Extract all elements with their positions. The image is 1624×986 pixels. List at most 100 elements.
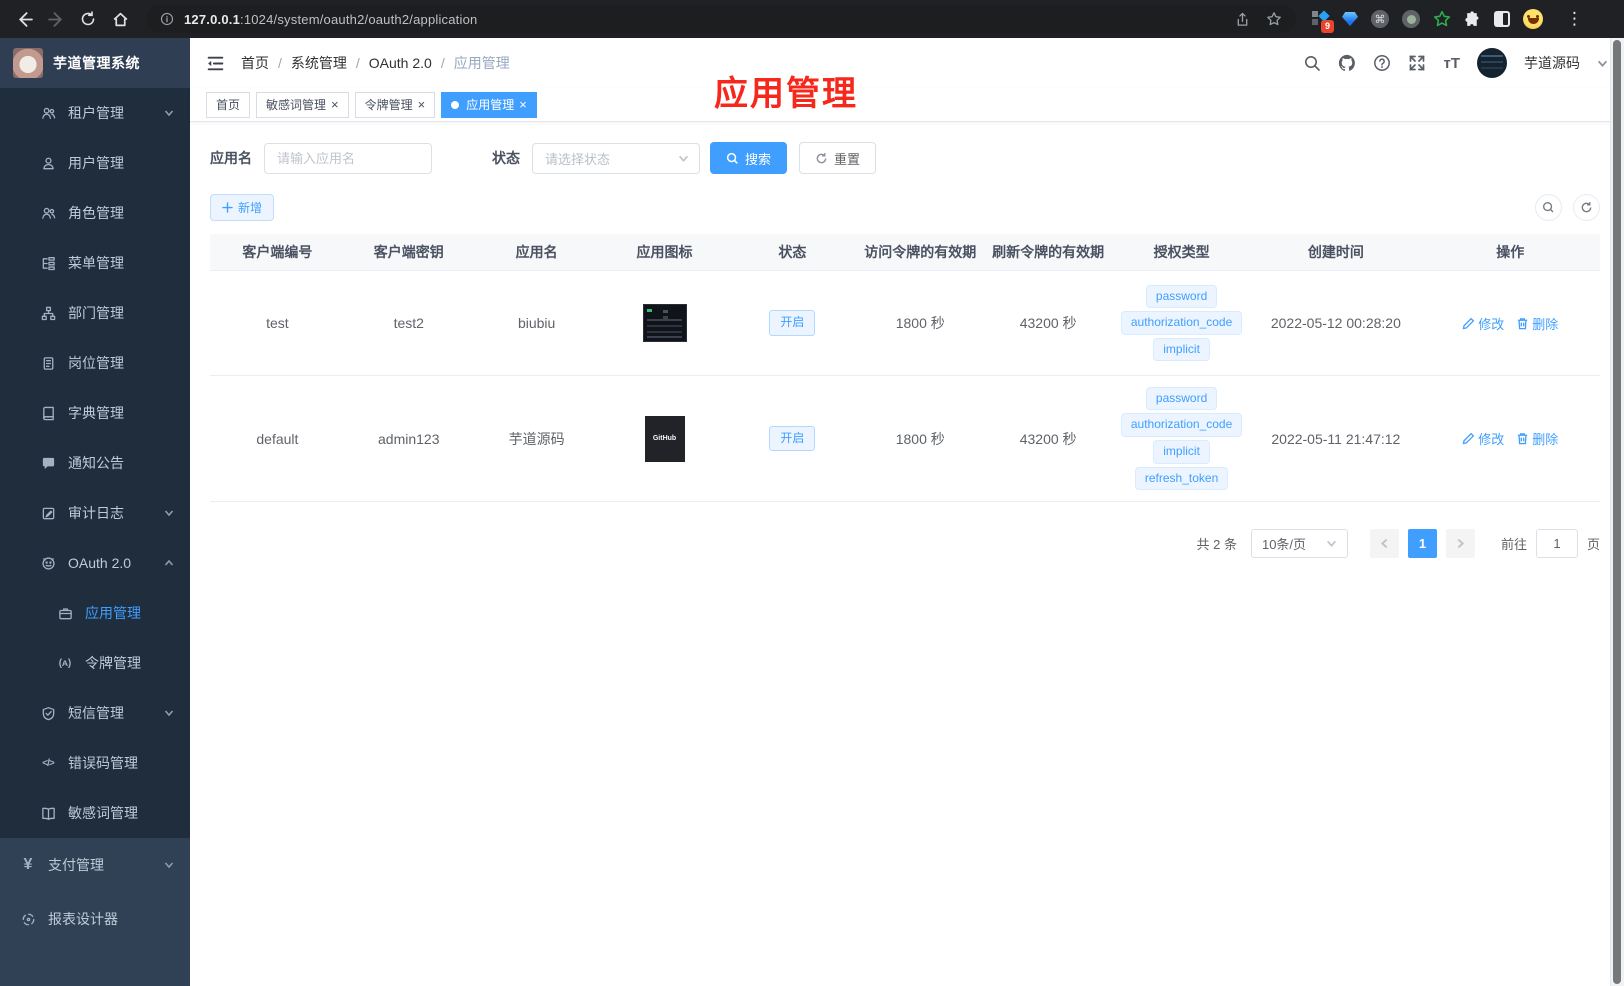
sidebar-item-user[interactable]: 用户管理 bbox=[0, 138, 190, 188]
close-icon[interactable] bbox=[418, 98, 426, 112]
toggle-search-button[interactable] bbox=[1535, 194, 1562, 221]
sidebar-item-oauth-token[interactable]: 令牌管理 bbox=[0, 638, 190, 688]
cell-access-ttl: 1800 秒 bbox=[895, 315, 945, 331]
refresh-table-button[interactable] bbox=[1573, 194, 1600, 221]
app-name-input[interactable] bbox=[264, 142, 432, 174]
add-button[interactable]: 新增 bbox=[210, 194, 275, 221]
browser-menu-icon[interactable] bbox=[1566, 9, 1582, 29]
extension-command-icon[interactable] bbox=[1371, 10, 1389, 28]
site-info-icon[interactable] bbox=[160, 12, 174, 26]
tab-token[interactable]: 令牌管理 bbox=[354, 91, 436, 118]
goto-page-input[interactable] bbox=[1535, 529, 1578, 558]
sidebar-item-errcode[interactable]: 错误码管理 bbox=[0, 738, 190, 788]
col-status: 状态 bbox=[778, 244, 807, 260]
sidebar-item-oauth[interactable]: OAuth 2.0 bbox=[0, 538, 190, 588]
edit-button[interactable]: 修改 bbox=[1462, 429, 1504, 448]
search-icon bbox=[726, 152, 738, 164]
sidebar-item-dict[interactable]: 字典管理 bbox=[0, 388, 190, 438]
chevron-down-icon bbox=[1326, 540, 1336, 548]
extension-star-icon[interactable] bbox=[1433, 10, 1451, 28]
page-size-select[interactable]: 10条/页 bbox=[1250, 529, 1348, 558]
share-icon[interactable] bbox=[1235, 12, 1250, 27]
next-page-button[interactable] bbox=[1445, 529, 1475, 558]
breadcrumb-oauth[interactable]: OAuth 2.0 bbox=[347, 55, 432, 71]
tab-application[interactable]: 应用管理 bbox=[441, 91, 537, 118]
message-icon bbox=[40, 455, 56, 471]
breadcrumb-system[interactable]: 系统管理 bbox=[269, 53, 347, 73]
sidebar-item-role[interactable]: 角色管理 bbox=[0, 188, 190, 238]
sidebar-fold-icon[interactable] bbox=[206, 54, 225, 73]
edit-button[interactable]: 修改 bbox=[1462, 314, 1504, 333]
bookmark-star-icon[interactable] bbox=[1266, 11, 1282, 27]
sidebar-item-audit-log[interactable]: 审计日志 bbox=[0, 488, 190, 538]
user-avatar[interactable] bbox=[1477, 48, 1507, 78]
breadcrumb-home[interactable]: 首页 bbox=[241, 53, 269, 73]
edit-pencil-icon bbox=[1462, 432, 1475, 445]
chevron-left-icon bbox=[1380, 538, 1388, 549]
col-refresh-ttl: 刷新令牌的有效期 bbox=[992, 244, 1105, 260]
sidebar-item-label: 应用管理 bbox=[85, 605, 141, 621]
fullscreen-icon[interactable] bbox=[1408, 54, 1426, 72]
sidebar-item-oauth-application[interactable]: 应用管理 bbox=[0, 588, 190, 638]
page-number-button[interactable]: 1 bbox=[1407, 529, 1437, 558]
app-logo-bar[interactable]: 芋道管理系统 bbox=[0, 38, 190, 88]
sidebar-item-dept[interactable]: 部门管理 bbox=[0, 288, 190, 338]
search-button[interactable]: 搜索 bbox=[710, 142, 788, 174]
extension-puzzle-icon[interactable] bbox=[1464, 10, 1481, 28]
page-scrollbar[interactable] bbox=[1610, 38, 1624, 986]
user-menu-caret-icon[interactable] bbox=[1597, 58, 1608, 69]
refresh-icon bbox=[1581, 202, 1592, 213]
extension-gem-icon[interactable] bbox=[1342, 12, 1358, 26]
sidebar-item-report-designer[interactable]: 报表设计器 bbox=[0, 892, 190, 946]
col-client-id: 客户端编号 bbox=[242, 244, 313, 260]
forward-icon[interactable] bbox=[42, 5, 70, 33]
sidebar-item-label: 字典管理 bbox=[68, 405, 124, 421]
search-icon[interactable] bbox=[1303, 54, 1321, 72]
sidebar-item-label: 敏感词管理 bbox=[68, 805, 138, 821]
github-icon[interactable] bbox=[1338, 54, 1356, 72]
side-panel-icon[interactable] bbox=[1494, 11, 1510, 27]
chevron-up-icon bbox=[164, 558, 174, 568]
cell-grant-types: password authorization_code implicit bbox=[1112, 284, 1251, 362]
sidebar-item-notice[interactable]: 通知公告 bbox=[0, 438, 190, 488]
tab-home[interactable]: 首页 bbox=[206, 91, 251, 118]
close-icon[interactable] bbox=[331, 98, 339, 112]
reload-icon[interactable] bbox=[74, 5, 102, 33]
help-icon[interactable] bbox=[1373, 54, 1391, 72]
reset-button[interactable]: 重置 bbox=[799, 142, 877, 174]
address-bar[interactable]: 127.0.0.1:1024/system/oauth2/oauth2/appl… bbox=[146, 5, 1296, 33]
tab-label: 应用管理 bbox=[466, 98, 515, 112]
cell-status: 开启 bbox=[728, 425, 856, 452]
status-badge: 开启 bbox=[769, 310, 816, 336]
sidebar-item-pay[interactable]: 支付管理 bbox=[0, 838, 190, 892]
sidebar-item-label: 令牌管理 bbox=[85, 655, 141, 671]
close-icon[interactable] bbox=[519, 98, 527, 112]
app-name-label: 应用名 bbox=[210, 150, 252, 166]
sidebar-item-sensitive-word[interactable]: 敏感词管理 bbox=[0, 788, 190, 838]
applications-table: 客户端编号 客户端密钥 应用名 应用图标 状态 访问令牌的有效期 刷新令牌的有效… bbox=[210, 234, 1600, 502]
delete-button[interactable]: 删除 bbox=[1516, 429, 1558, 448]
profile-avatar[interactable] bbox=[1523, 9, 1543, 29]
user-name[interactable]: 芋道源码 bbox=[1524, 53, 1580, 73]
extension-tiles-icon[interactable]: 9 bbox=[1312, 9, 1334, 33]
sidebar-item-tenant[interactable]: 租户管理 bbox=[0, 88, 190, 138]
sidebar-item-post[interactable]: 岗位管理 bbox=[0, 338, 190, 388]
grant-tag: authorization_code bbox=[1120, 311, 1243, 335]
status-select[interactable]: 请选择状态 bbox=[532, 142, 700, 174]
scrollbar-thumb[interactable] bbox=[1613, 40, 1621, 984]
edit-label: 修改 bbox=[1478, 316, 1505, 332]
sidebar-item-menu[interactable]: 菜单管理 bbox=[0, 238, 190, 288]
home-icon[interactable] bbox=[106, 5, 134, 33]
font-size-icon[interactable] bbox=[1443, 55, 1460, 72]
sidebar-item-label: 部门管理 bbox=[68, 305, 124, 321]
refresh-icon bbox=[816, 152, 827, 163]
delete-button[interactable]: 删除 bbox=[1516, 314, 1558, 333]
extension-record-icon[interactable] bbox=[1402, 10, 1420, 28]
prev-page-button[interactable] bbox=[1369, 529, 1399, 558]
back-icon[interactable] bbox=[10, 5, 38, 33]
sidebar-item-sms[interactable]: 短信管理 bbox=[0, 688, 190, 738]
cell-app-name: biubiu bbox=[517, 315, 556, 331]
tab-sensitive-word[interactable]: 敏感词管理 bbox=[256, 91, 349, 118]
trash-icon bbox=[1518, 317, 1528, 329]
shield-check-icon bbox=[40, 705, 56, 721]
